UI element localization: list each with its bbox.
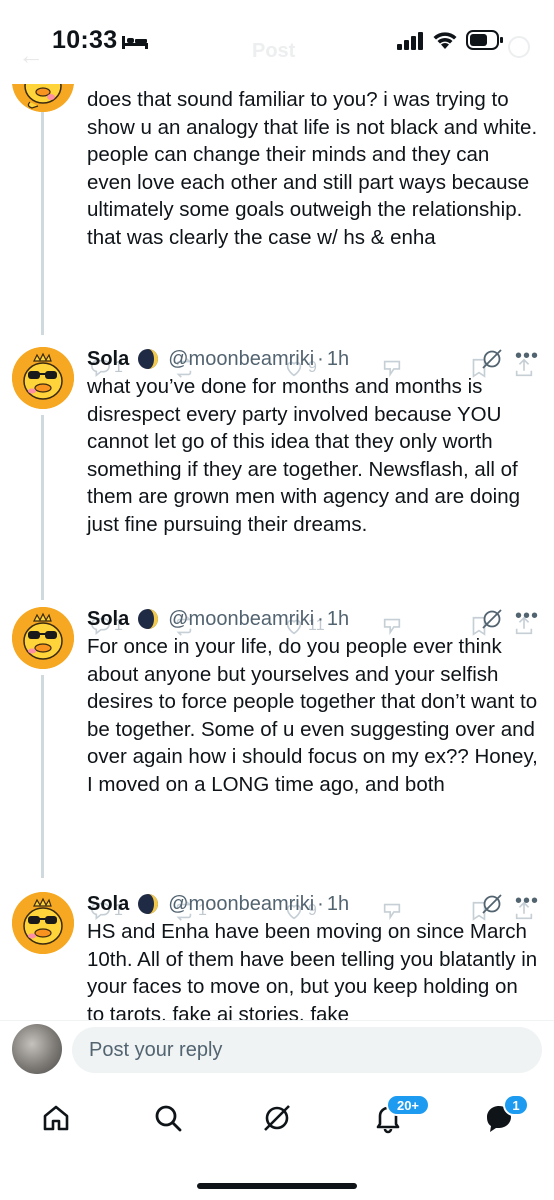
- post[interactable]: does that sound familiar to you? i was t…: [0, 70, 554, 390]
- post-time[interactable]: 1h: [327, 893, 349, 916]
- post-time[interactable]: 1h: [327, 608, 349, 631]
- reply-bar: Post your reply: [0, 1020, 554, 1082]
- post[interactable]: Sola @moonbeamriki · 1h ••• what you’ve …: [0, 343, 554, 636]
- author-name[interactable]: Sola: [87, 348, 129, 371]
- back-arrow-icon[interactable]: ←: [18, 40, 44, 71]
- grok-icon[interactable]: [480, 892, 504, 916]
- avatar[interactable]: [12, 607, 74, 669]
- notifications-badge: 20+: [386, 1094, 430, 1116]
- moon-emoji-icon: [138, 609, 159, 629]
- page-title: Post: [252, 40, 296, 62]
- post-header: Sola @moonbeamriki · 1h: [87, 345, 349, 373]
- moon-emoji-icon: [138, 894, 159, 914]
- duck-avatar-icon: [12, 607, 74, 669]
- user-avatar[interactable]: [12, 1024, 62, 1074]
- avatar[interactable]: [12, 892, 74, 954]
- status-bar: ← Post 10:33: [0, 0, 554, 84]
- nav-home[interactable]: [36, 1098, 76, 1138]
- post[interactable]: Sola @moonbeamriki · 1h ••• For once in …: [0, 603, 554, 921]
- post-time[interactable]: 1h: [327, 348, 349, 371]
- home-icon: [43, 1105, 69, 1131]
- author-name[interactable]: Sola: [87, 893, 129, 916]
- author-handle[interactable]: @moonbeamriki: [168, 893, 314, 916]
- author-handle[interactable]: @moonbeamriki: [168, 348, 314, 371]
- duck-avatar-icon: [12, 347, 74, 409]
- reply-input[interactable]: Post your reply: [72, 1027, 542, 1073]
- home-indicator: [197, 1183, 357, 1189]
- bed-icon: [122, 36, 148, 49]
- post-text: what you’ve done for months and months i…: [87, 375, 521, 536]
- post-header: Sola @moonbeamriki · 1h: [87, 890, 349, 918]
- messages-badge: 1: [503, 1094, 529, 1116]
- search-icon: [155, 1105, 182, 1132]
- nav-grok[interactable]: [257, 1098, 297, 1138]
- grok-icon[interactable]: [480, 607, 504, 631]
- wifi-icon: [433, 32, 457, 49]
- moon-emoji-icon: [138, 349, 159, 369]
- post[interactable]: Sola @moonbeamriki · 1h ••• HS and Enha …: [0, 888, 554, 1020]
- clock: 10:33: [52, 26, 118, 54]
- battery-icon: [466, 30, 503, 50]
- separator-dot: ·: [317, 607, 324, 630]
- grok-icon[interactable]: [480, 347, 504, 371]
- post-text: For once in your life, do you people eve…: [87, 635, 538, 796]
- avatar[interactable]: [12, 347, 74, 409]
- separator-dot: ·: [317, 892, 324, 915]
- author-name[interactable]: Sola: [87, 608, 129, 631]
- post-header: Sola @moonbeamriki · 1h: [87, 605, 349, 633]
- duck-avatar-icon: [12, 892, 74, 954]
- post-text: does that sound familiar to you? i was t…: [87, 88, 538, 249]
- thread: does that sound familiar to you? i was t…: [0, 70, 554, 1020]
- more-icon[interactable]: •••: [515, 605, 539, 628]
- more-icon[interactable]: •••: [515, 890, 539, 913]
- header-action-icon[interactable]: [508, 36, 530, 58]
- separator-dot: ·: [317, 347, 324, 370]
- post-text: HS and Enha have been moving on since Ma…: [87, 920, 538, 1020]
- signal-icon: [397, 32, 423, 50]
- grok-icon: [264, 1105, 290, 1131]
- author-handle[interactable]: @moonbeamriki: [168, 608, 314, 631]
- more-icon[interactable]: •••: [515, 345, 539, 368]
- nav-search[interactable]: [148, 1098, 188, 1138]
